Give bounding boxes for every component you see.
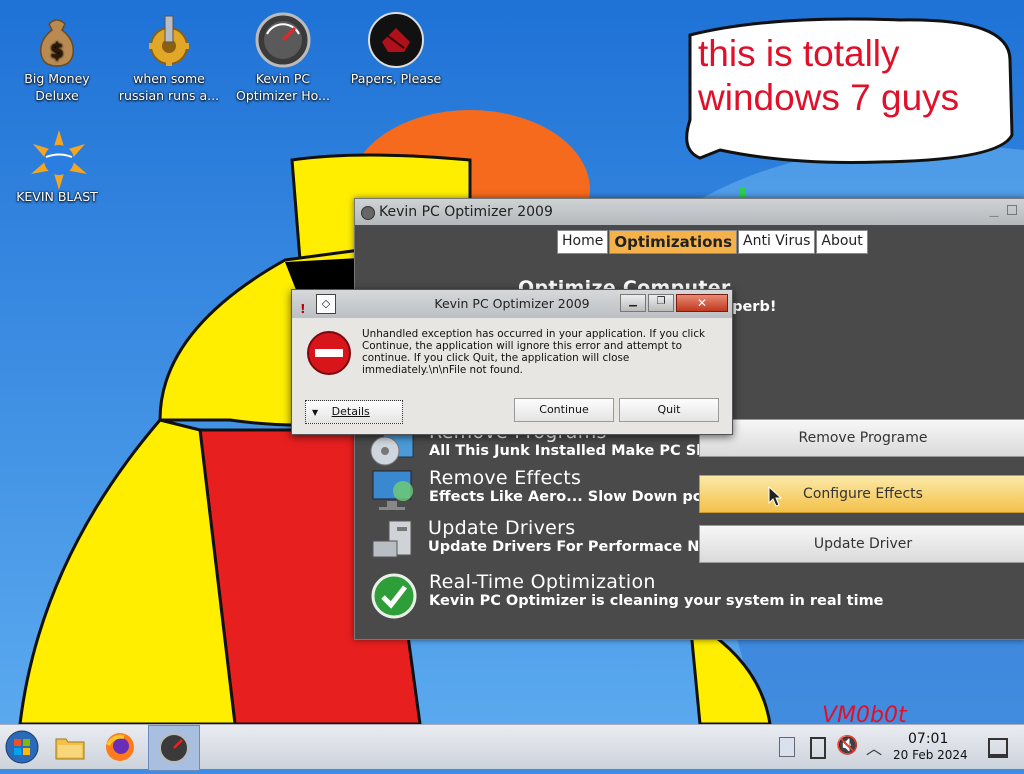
speech-bubble-text: this is totally windows 7 guys: [698, 33, 960, 118]
chevron-up-icon[interactable]: ︿: [866, 735, 882, 759]
file-explorer-icon[interactable]: [54, 731, 86, 763]
section-update-drivers: Update Drivers Update Drivers For Perfor…: [428, 517, 723, 555]
dialog-restore-icon[interactable]: ❐: [648, 294, 674, 312]
dialog-titlebar[interactable]: ! ◇ Kevin PC Optimizer 2009 ▁ ❐ ✕: [292, 290, 732, 318]
minimize-icon[interactable]: —: [989, 204, 999, 230]
desktop-icon-russian[interactable]: when some russian runs a...: [114, 12, 224, 104]
section-subtitle: All This Junk Installed Make PC Slow: [429, 443, 725, 459]
section-heading: Remove Effects: [429, 467, 582, 489]
quit-button[interactable]: Quit: [619, 398, 719, 422]
tab-home[interactable]: Home: [557, 230, 609, 254]
chevron-down-icon: ▼: [312, 408, 319, 417]
remove-programe-button[interactable]: Remove Programe: [699, 419, 1024, 457]
taskbar: 🔇 ︿ 07:01 20 Feb 2024: [0, 724, 1024, 771]
clock-date[interactable]: 20 Feb 2024: [893, 748, 968, 762]
dialog-app-icon: !: [300, 301, 306, 316]
section-subtitle: Kevin PC Optimizer is cleaning your syst…: [429, 593, 884, 609]
desktop-icon-kevin-optimizer[interactable]: Kevin PC Optimizer Ho...: [228, 12, 338, 104]
dialog-title: Kevin PC Optimizer 2009: [434, 296, 590, 311]
desktop-icon-label: Papers, Please: [350, 71, 442, 86]
dialog-message: Unhandled exception has occurred in your…: [362, 328, 706, 376]
svg-text:$: $: [50, 38, 64, 62]
desktop-icon-label: Big Money Deluxe: [24, 71, 90, 103]
tab-bar: Home Optimizations Anti Virus About: [557, 230, 869, 254]
desktop-icon-kevin-blast[interactable]: KEVIN BLAST: [2, 130, 112, 205]
section-heading: Update Drivers: [428, 517, 576, 539]
gear-icon: [141, 12, 197, 68]
clipboard-icon[interactable]: [779, 737, 795, 757]
section-subtitle: Effects Like Aero... Slow Down pc.: [429, 489, 707, 505]
details-button[interactable]: ▼ Details: [305, 400, 403, 424]
tab-optimizations[interactable]: Optimizations: [609, 230, 737, 254]
desktop-icon-big-money[interactable]: $ Big Money Deluxe: [2, 12, 112, 104]
main-window-titlebar[interactable]: Kevin PC Optimizer 2009 —: [355, 199, 1024, 225]
mouse-cursor-icon: [768, 485, 783, 512]
firefox-icon[interactable]: [104, 731, 136, 763]
checkmark-icon: [371, 573, 417, 623]
money-bag-icon: $: [29, 12, 85, 68]
desktop-icon-label: KEVIN BLAST: [16, 189, 98, 204]
kevin-optimizer-taskbar-icon[interactable]: [148, 725, 200, 771]
tab-about[interactable]: About: [816, 230, 868, 254]
section-remove-effects: Remove Effects Effects Like Aero... Slow…: [429, 467, 707, 505]
battery-icon[interactable]: [810, 737, 826, 759]
section-heading: Real-Time Optimization: [429, 571, 656, 593]
configure-effects-button[interactable]: Configure Effects: [699, 475, 1024, 513]
main-window-title: Kevin PC Optimizer 2009: [379, 204, 553, 220]
driver-icon: [371, 517, 417, 567]
app-icon: [361, 206, 375, 220]
monitor-effects-icon: [369, 467, 419, 517]
desktop-icon-label: Kevin PC Optimizer Ho...: [236, 71, 330, 103]
section-real-time: Real-Time Optimization Kevin PC Optimize…: [429, 571, 884, 609]
dialog-minimize-icon[interactable]: ▁: [620, 294, 646, 312]
gauge-icon: [255, 12, 311, 68]
desktop-icon-label: when some russian runs a...: [118, 71, 220, 103]
dialog-close-icon[interactable]: ✕: [676, 294, 728, 312]
desktop-icon-papers-please[interactable]: Papers, Please: [341, 12, 451, 87]
pin-icon[interactable]: ◇: [316, 294, 336, 314]
error-stop-icon: [306, 330, 352, 380]
papers-please-icon: [368, 12, 424, 68]
update-driver-button[interactable]: Update Driver: [699, 525, 1024, 563]
blast-globe-icon: [29, 130, 87, 190]
clock-time[interactable]: 07:01: [908, 731, 948, 747]
tab-anti-virus[interactable]: Anti Virus: [738, 230, 816, 254]
section-subtitle: Update Drivers For Performace Now: [428, 539, 723, 555]
start-orb-icon[interactable]: [4, 729, 40, 765]
speaker-muted-icon[interactable]: 🔇: [836, 735, 858, 756]
restore-icon[interactable]: [1007, 205, 1017, 215]
show-desktop-icon[interactable]: [988, 738, 1008, 758]
continue-button[interactable]: Continue: [514, 398, 614, 422]
details-label: Details: [331, 405, 370, 418]
error-dialog[interactable]: ! ◇ Kevin PC Optimizer 2009 ▁ ❐ ✕ Unhand…: [291, 289, 733, 435]
